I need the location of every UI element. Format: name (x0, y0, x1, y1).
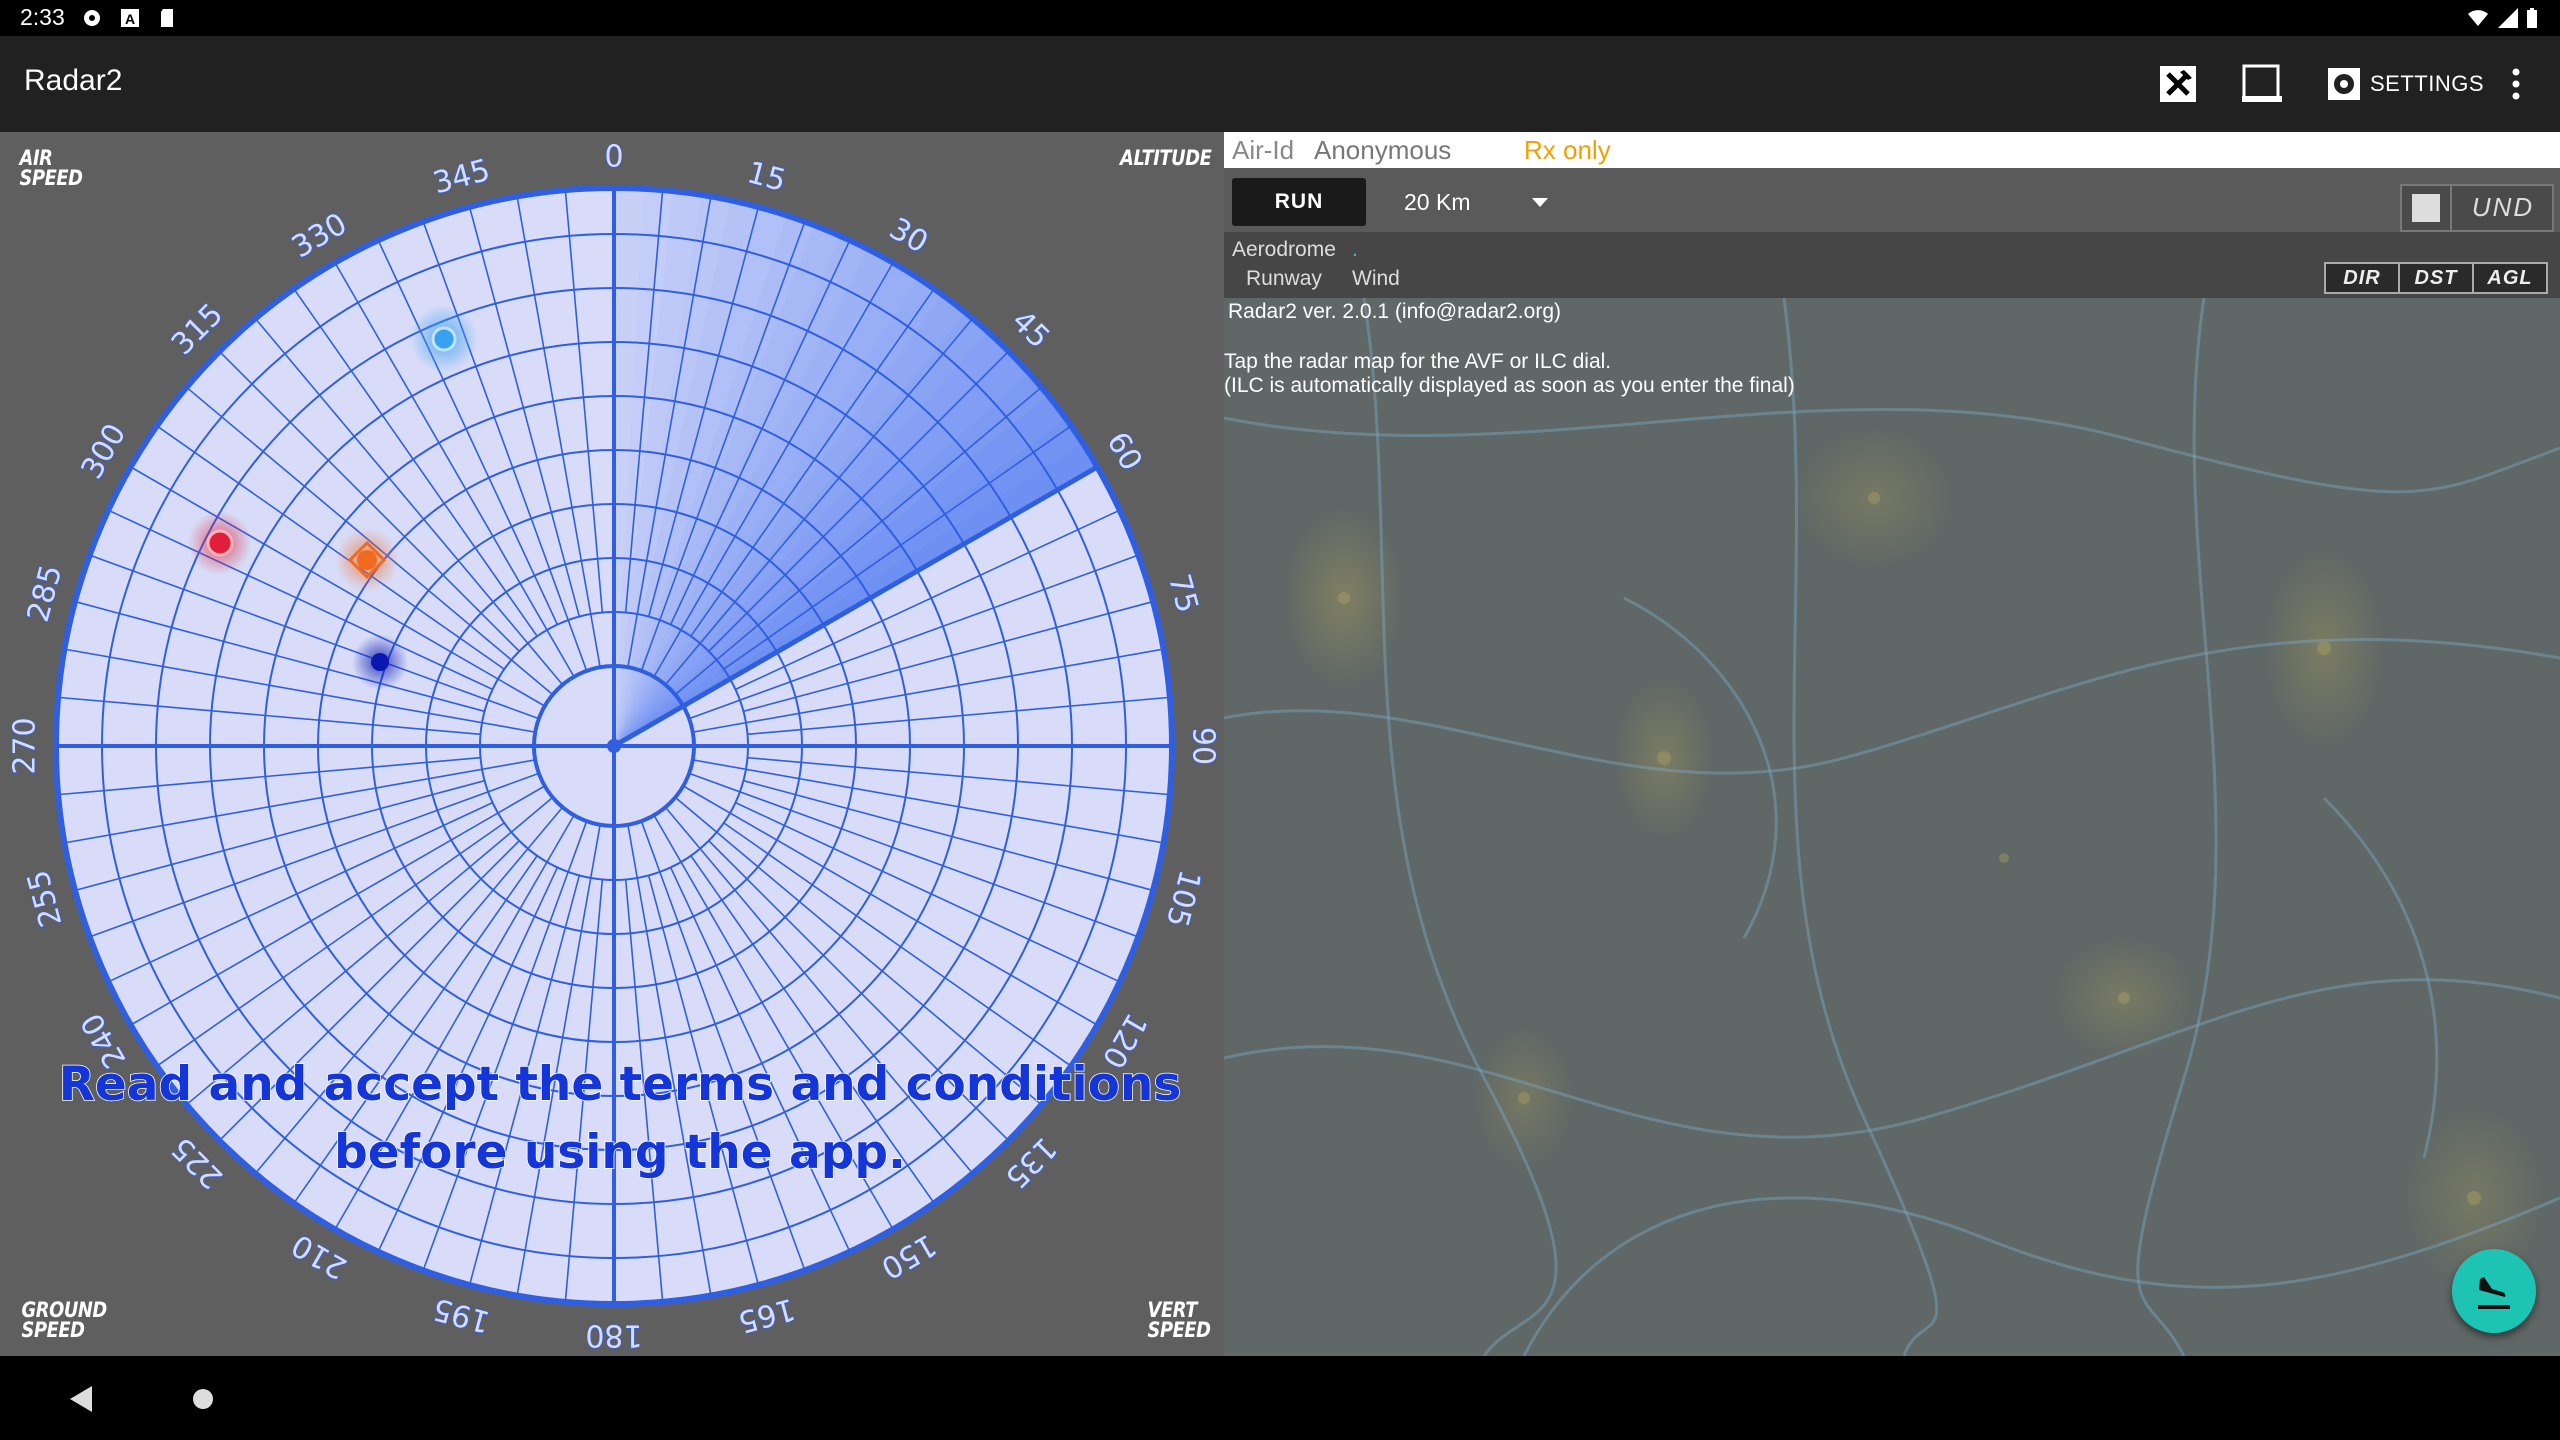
dropdown-arrow-icon (1532, 198, 1548, 207)
air-id-value[interactable]: Anonymous (1314, 135, 1451, 166)
ground-speed-label-line1: GROUND (21, 1298, 108, 1322)
target-orange-marker (357, 550, 377, 570)
view-tabs: DIR DST AGL (2324, 262, 2548, 294)
und-toggle[interactable]: UND (2400, 184, 2554, 232)
bearing-label-75: 75 (1161, 571, 1205, 617)
vert-speed-label-line2: SPEED (1147, 1318, 1211, 1342)
bearing-label-105: 105 (1159, 866, 1208, 930)
overflow-menu-icon[interactable] (2500, 64, 2532, 104)
tab-dir[interactable]: DIR (2324, 262, 2400, 294)
landing-fab[interactable] (2452, 1249, 2536, 1333)
sd-card-icon (161, 9, 173, 27)
terms-notice-line1: Read and accept the terms and conditions (59, 1057, 1182, 1112)
plane-crossed-icon[interactable] (2154, 60, 2202, 108)
terms-notice-line2: before using the app. (334, 1125, 906, 1180)
hint-line1: Tap the radar map for the AVF or ILC dia… (1224, 350, 1612, 373)
ground-speed-label-line2: SPEED (21, 1318, 85, 1342)
bearing-label-270: 270 (8, 717, 43, 774)
altitude-label: ALTITUDE (1120, 146, 1212, 170)
runway-label: Runway (1246, 267, 1322, 290)
bearing-label-180: 180 (585, 1318, 642, 1353)
range-value: 20 Km (1404, 189, 1471, 215)
air-id-label: Air-Id (1232, 135, 1295, 165)
bearing-label-90: 90 (1186, 727, 1221, 765)
version-line: Radar2 ver. 2.0.1 (info@radar2.org) (1228, 300, 1561, 323)
aerodrome-bar: Aerodrome . Runway Wind DIR DST AGL (1224, 232, 2560, 298)
bearing-label-345: 345 (429, 153, 493, 202)
target-blue[interactable] (410, 305, 478, 373)
target-dark-blue[interactable] (352, 634, 408, 690)
app-bar: Radar2 SETTINGS (0, 36, 2560, 132)
air-speed-label-line2: SPEED (19, 166, 83, 190)
ground-speed-label: GROUND SPEED (21, 1298, 108, 1342)
target-red[interactable] (188, 511, 252, 575)
home-icon[interactable] (192, 1388, 214, 1410)
flight-land-icon (2478, 1277, 2510, 1309)
bearing-label-285: 285 (21, 561, 70, 625)
vert-speed-label: VERT SPEED (1147, 1298, 1211, 1342)
wifi-icon (2468, 10, 2488, 26)
und-checkbox[interactable] (2412, 194, 2440, 222)
bearing-label-165: 165 (734, 1291, 798, 1340)
bearing-label-60: 60 (1099, 426, 1148, 477)
air-id-bar: Air-Id Anonymous Rx only (1224, 132, 2560, 168)
air-speed-label: AIR SPEED (19, 146, 83, 190)
target-dark-marker (371, 653, 389, 671)
bearing-label-45: 45 (1005, 304, 1057, 356)
settings-button[interactable]: SETTINGS (2326, 62, 2484, 106)
vert-speed-label-line1: VERT (1147, 1298, 1198, 1322)
tab-agl[interactable]: AGL (2472, 262, 2548, 294)
hint-line2: (ILC is automatically displayed as soon … (1224, 374, 1795, 397)
bearing-label-255: 255 (21, 866, 70, 930)
settings-label: SETTINGS (2370, 71, 2485, 96)
settings-gear-icon (2328, 68, 2360, 100)
battery-icon (2527, 8, 2537, 28)
back-icon[interactable] (70, 1386, 94, 1412)
range-dropdown[interactable]: 20 Km (1404, 178, 1564, 226)
aerodrome-value: . (1352, 238, 1358, 261)
wind-label: Wind (1352, 267, 1400, 290)
control-bar: RUN 20 Km UND (1224, 168, 2560, 232)
status-time: 2:33 (20, 4, 65, 30)
bearing-label-15: 15 (743, 155, 789, 199)
bearing-label-195: 195 (429, 1291, 493, 1340)
navigation-bar (0, 1356, 2560, 1440)
target-orange[interactable] (335, 528, 399, 592)
tab-dst[interactable]: DST (2398, 262, 2474, 294)
target-red-marker (206, 529, 234, 557)
signal-icon (2498, 8, 2518, 28)
und-label: UND (2471, 192, 2535, 222)
map-area[interactable]: Radar2 ver. 2.0.1 (info@radar2.org) Tap … (1224, 298, 2560, 1356)
svg-text:A: A (125, 11, 135, 27)
map-background (1224, 298, 2560, 1356)
acas-ilc-icon (2242, 64, 2282, 102)
target-blue-marker (431, 326, 457, 352)
mode-status: Rx only (1524, 135, 1611, 165)
app-title: Radar2 (24, 64, 123, 97)
bearing-label-0: 0 (604, 140, 623, 175)
radar-display[interactable]: 0 153045607590105120135150165180195210225… (0, 132, 1224, 1356)
aerodrome-label: Aerodrome (1232, 238, 1336, 261)
bearing-label-30: 30 (883, 211, 934, 260)
radar-panel: 0 15 30 45 60 75 90 105 120 135 150 165 180 195 210 225… (0, 132, 1224, 1356)
a-badge-icon: A (121, 9, 139, 27)
status-bar: 2:33 A (0, 0, 2560, 36)
und-divider (2450, 186, 2452, 230)
radar-center-dot (607, 739, 621, 753)
acas-ilc-button[interactable] (2238, 60, 2286, 108)
air-speed-label-line1: AIR (19, 146, 53, 170)
gear-icon (84, 10, 100, 26)
run-button[interactable]: RUN (1232, 178, 1366, 226)
info-panel: Air-Id Anonymous Rx only RUN 20 Km UND A… (1224, 132, 2560, 1356)
